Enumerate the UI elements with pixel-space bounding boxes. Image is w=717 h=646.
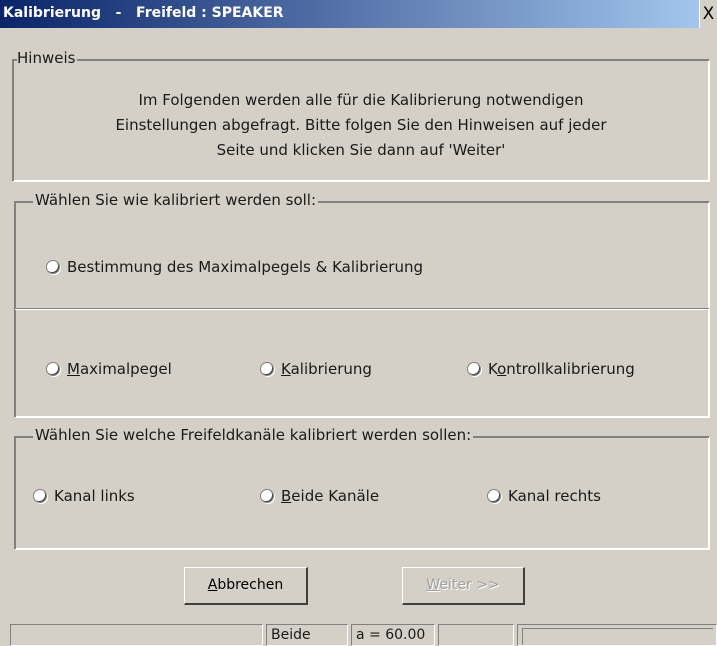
radio-kanal-rechts[interactable]: Kanal rechts	[487, 487, 601, 505]
radio-kalibrierung[interactable]: Kalibrierung	[260, 360, 372, 378]
radio-beide-kanaele-label: Beide Kanäle	[281, 487, 380, 505]
radio-circle-icon	[260, 489, 274, 503]
radio-full-calibration-label: Bestimmung des Maximalpegels & Kalibrier…	[67, 258, 423, 276]
calibration-mode-group: Wählen Sie wie kalibriert werden soll: B…	[14, 191, 710, 418]
radio-maximalpegel-label: Maximalpegel	[67, 360, 172, 378]
calibration-mode-legend: Wählen Sie wie kalibriert werden soll:	[33, 191, 319, 209]
radio-kontrollkalibrierung-label: Kontrollkalibrierung	[488, 360, 635, 378]
radio-full-calibration[interactable]: Bestimmung des Maximalpegels & Kalibrier…	[46, 258, 423, 276]
group-divider	[15, 308, 709, 310]
status-cell-mode: Beide	[266, 624, 348, 646]
radio-circle-icon	[33, 489, 47, 503]
close-button[interactable]: X	[699, 0, 717, 28]
hinweis-group: Hinweis Im Folgenden werden alle für die…	[12, 49, 710, 182]
hinweis-text: Im Folgenden werden alle für die Kalibri…	[13, 88, 709, 163]
radio-kalibrierung-label: Kalibrierung	[281, 360, 372, 378]
title-bar: Kalibrierung - Freifeld : SPEAKER X	[0, 0, 717, 28]
window-title: Kalibrierung - Freifeld : SPEAKER	[3, 5, 284, 21]
status-cell-value: a = 60.00	[351, 624, 435, 646]
radio-circle-icon	[487, 489, 501, 503]
status-cell-4	[438, 624, 514, 646]
next-button[interactable]: Weiter >>	[402, 567, 525, 605]
radio-kontrollkalibrierung[interactable]: Kontrollkalibrierung	[467, 360, 635, 378]
channels-legend: Wählen Sie welche Freifeldkanäle kalibri…	[33, 426, 474, 444]
status-cell-5	[517, 624, 717, 646]
close-icon: X	[702, 4, 715, 24]
cancel-button[interactable]: Abbrechen	[184, 567, 308, 605]
radio-circle-icon	[46, 260, 60, 274]
radio-beide-kanaele[interactable]: Beide Kanäle	[260, 487, 379, 505]
radio-circle-icon	[467, 362, 481, 376]
radio-kanal-rechts-label: Kanal rechts	[508, 487, 601, 505]
radio-maximalpegel[interactable]: Maximalpegel	[46, 360, 172, 378]
status-progress	[522, 628, 713, 645]
status-cell-1	[10, 624, 263, 646]
radio-circle-icon	[46, 362, 60, 376]
hinweis-legend: Hinweis	[17, 49, 78, 67]
hinweis-line: Einstellungen abgefragt. Bitte folgen Si…	[115, 116, 607, 134]
hinweis-line: Im Folgenden werden alle für die Kalibri…	[138, 91, 584, 109]
radio-kanal-links[interactable]: Kanal links	[33, 487, 135, 505]
radio-circle-icon	[260, 362, 274, 376]
channels-group: Wählen Sie welche Freifeldkanäle kalibri…	[14, 426, 710, 550]
radio-kanal-links-label: Kanal links	[54, 487, 135, 505]
hinweis-line: Seite und klicken Sie dann auf 'Weiter'	[216, 141, 506, 159]
